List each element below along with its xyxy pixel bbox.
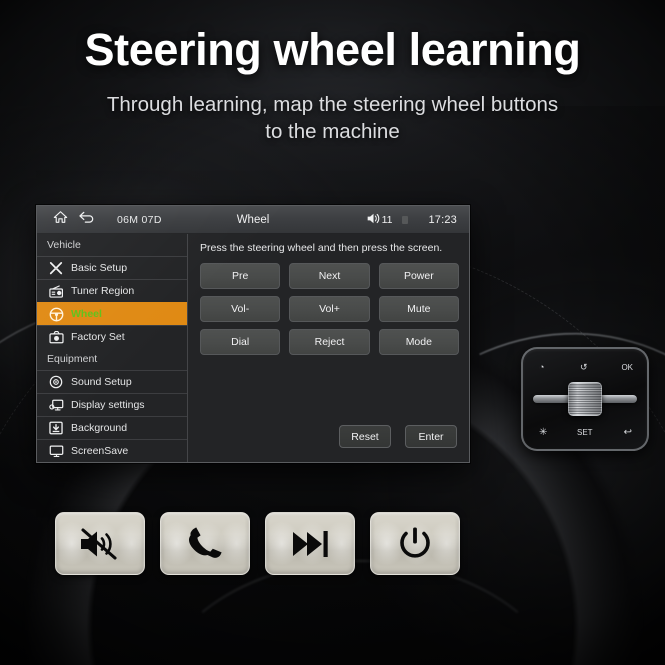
key-mapping-grid: Pre Next Power Vol- Vol+ Mute Dial Rejec… [200, 263, 459, 355]
key-button-reject[interactable]: Reject [289, 329, 370, 355]
radio-icon [45, 284, 67, 298]
sidebar-item-label: Tuner Region [71, 285, 135, 297]
pad-return-button[interactable]: ↩ [624, 427, 632, 438]
home-button[interactable] [47, 210, 73, 229]
key-button-pre[interactable]: Pre [200, 263, 281, 289]
sidebar-item-display-settings[interactable]: Display settings [37, 393, 187, 416]
volume-level: 11 [381, 213, 393, 226]
enter-button[interactable]: Enter [405, 425, 457, 448]
back-button[interactable] [73, 210, 99, 229]
key-button-vol-up[interactable]: Vol+ [289, 296, 370, 322]
head-unit-screen: 06M 07D Wheel 11 17:23 Vehicle Basic Set… [36, 205, 470, 463]
reset-button[interactable]: Reset [339, 425, 391, 448]
status-date: 06M 07D [117, 213, 162, 226]
home-icon [53, 210, 68, 229]
back-arrow-icon [78, 210, 95, 229]
page-subtitle: Through learning, map the steering wheel… [0, 91, 665, 146]
pad-light-icon[interactable]: ✳ [539, 427, 547, 438]
skip-forward-icon [287, 527, 333, 561]
key-button-vol-down[interactable]: Vol- [200, 296, 281, 322]
settings-sidebar: Vehicle Basic Setup Tuner Region Wheel F… [37, 234, 188, 462]
monitor-icon [45, 444, 67, 458]
display-gear-icon [45, 398, 67, 412]
cruise-control-pad: ◔ ↺ OK ✳ SET ↩ [521, 347, 649, 451]
key-button-mode[interactable]: Mode [378, 329, 459, 355]
phone-handset-icon [182, 526, 228, 561]
volume-indicator[interactable]: 11 [366, 212, 393, 228]
key-button-next[interactable]: Next [289, 263, 370, 289]
subtitle-line-1: Through learning, map the steering wheel… [106, 92, 559, 116]
sidebar-item-label: Wheel [71, 308, 102, 320]
status-time: 17:23 [428, 213, 457, 226]
status-bar: 06M 07D Wheel 11 17:23 [37, 206, 469, 234]
sidebar-section-equipment: Equipment [37, 348, 187, 370]
sidebar-section-vehicle: Vehicle [37, 234, 187, 256]
key-button-power[interactable]: Power [378, 263, 459, 289]
pad-view-icon[interactable]: ◔ [539, 362, 544, 372]
mute-button[interactable] [55, 512, 145, 575]
status-bar-right: 11 17:23 [366, 212, 459, 228]
page-title: Steering wheel learning [84, 24, 581, 75]
action-button-row: Reset Enter [200, 425, 459, 456]
pad-set-button[interactable]: SET [577, 428, 593, 437]
steering-wheel-button-row [55, 512, 460, 575]
power-button[interactable] [370, 512, 460, 575]
sidebar-item-label: Factory Set [71, 331, 125, 343]
sidebar-item-label: Display settings [71, 399, 145, 411]
sidebar-item-sound-setup[interactable]: Sound Setup [37, 370, 187, 393]
subtitle-line-2: to the machine [265, 120, 400, 144]
sound-disc-icon [45, 375, 67, 389]
volume-icon [366, 212, 381, 228]
screenshot-root: Steering wheel learning Through learning… [0, 0, 665, 665]
instruction-text: Press the steering wheel and then press … [200, 242, 443, 254]
sidebar-item-background[interactable]: Background [37, 416, 187, 439]
wheel-learning-panel: Press the steering wheel and then press … [188, 234, 469, 462]
sidebar-item-factory-set[interactable]: Factory Set [37, 325, 187, 348]
sidebar-item-wheel[interactable]: Wheel [37, 302, 187, 325]
key-button-mute[interactable]: Mute [378, 296, 459, 322]
status-indicator-dot [402, 215, 409, 224]
background-image-icon [45, 421, 67, 435]
head-unit-body: Vehicle Basic Setup Tuner Region Wheel F… [37, 234, 469, 462]
wrench-icon [45, 261, 67, 275]
sidebar-item-tuner-region[interactable]: Tuner Region [37, 279, 187, 302]
pad-ok-button[interactable]: OK [621, 363, 633, 372]
steering-wheel-icon [45, 307, 67, 322]
sidebar-item-screensave[interactable]: ScreenSave [37, 439, 187, 462]
sidebar-item-label: Background [71, 422, 128, 434]
pad-refresh-icon[interactable]: ↺ [580, 362, 588, 373]
power-icon [396, 526, 434, 562]
call-button[interactable] [160, 512, 250, 575]
pad-scroll-roller[interactable] [568, 382, 602, 416]
sidebar-item-label: ScreenSave [71, 445, 129, 457]
sidebar-item-basic-setup[interactable]: Basic Setup [37, 256, 187, 279]
key-button-dial[interactable]: Dial [200, 329, 281, 355]
factory-reset-icon [45, 330, 67, 344]
speaker-mute-icon [77, 527, 123, 561]
sidebar-item-label: Basic Setup [71, 262, 128, 274]
headline-block: Steering wheel learning Through learning… [0, 24, 665, 146]
sidebar-item-label: Sound Setup [71, 376, 132, 388]
next-track-button[interactable] [265, 512, 355, 575]
